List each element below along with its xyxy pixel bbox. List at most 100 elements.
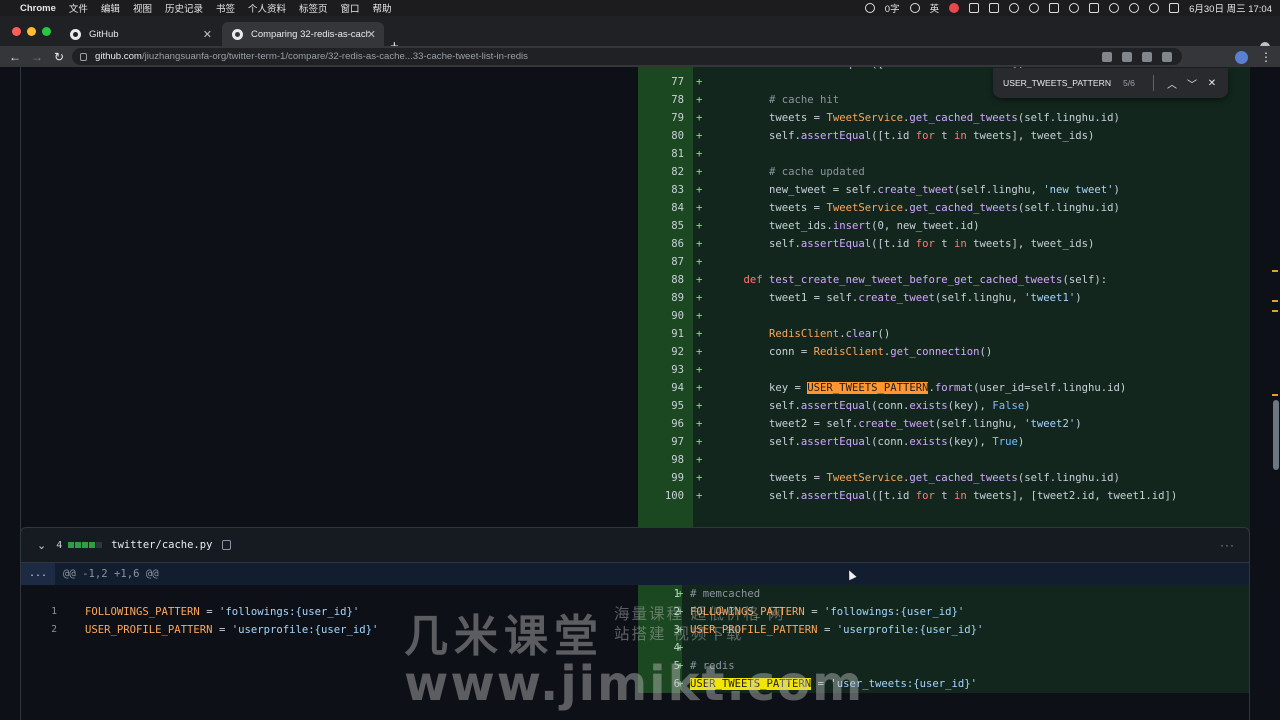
diff-line[interactable]: 79 + tweets = TweetService.get_cached_twe… [638, 109, 1250, 127]
menu-app-name[interactable]: Chrome [20, 3, 56, 14]
diff-line-right[interactable]: 3 + USER_PROFILE_PATTERN = 'userprofile:{u… [638, 621, 1249, 639]
line-number[interactable]: 86 [638, 235, 686, 253]
file-options-icon[interactable]: ··· [1220, 538, 1235, 552]
diff-line[interactable]: 81 + [638, 145, 1250, 163]
collapse-chevron-icon[interactable]: ⌄ [37, 539, 46, 552]
bluetooth-icon[interactable] [1069, 3, 1080, 13]
menu-view[interactable]: 视图 [133, 1, 152, 15]
diff-line[interactable]: 82 + # cache updated [638, 163, 1250, 181]
diff-line-right[interactable]: 4 + [638, 639, 1249, 657]
diff-line-left[interactable]: 1 FOLLOWINGS_PATTERN = 'followings:{user_… [31, 603, 631, 621]
diff-line[interactable]: 99 + tweets = TweetService.get_cached_twe… [638, 469, 1250, 487]
diff-line[interactable]: 98 + [638, 451, 1250, 469]
line-number[interactable]: 2 [638, 603, 682, 621]
sync-icon[interactable] [1009, 3, 1020, 13]
diff-line[interactable]: 93 + [638, 361, 1250, 379]
diff-line[interactable]: 80 + self.assertEqual([t.id for t in twee… [638, 127, 1250, 145]
line-number[interactable]: 93 [638, 361, 686, 379]
diff-line[interactable]: 96 + tweet2 = self.create_tweet(self.ling… [638, 415, 1250, 433]
line-number[interactable]: 84 [638, 199, 686, 217]
lock-icon[interactable] [80, 52, 87, 61]
expand-hunk-button[interactable]: ... [21, 563, 55, 585]
page-info-icon[interactable] [1102, 51, 1112, 62]
spotlight-icon[interactable] [1149, 3, 1160, 13]
find-previous-button[interactable]: ︿ [1162, 76, 1182, 91]
address-bar[interactable]: github.com /jiuzhangsuanfa-org/twitter-t… [72, 48, 1182, 65]
menu-bookmarks[interactable]: 书签 [216, 1, 235, 15]
find-input[interactable]: USER_TWEETS_PATTERN [1003, 78, 1123, 88]
menu-history[interactable]: 历史记录 [165, 1, 203, 15]
chrome-menu-icon[interactable]: ⋮ [1260, 50, 1272, 64]
line-number[interactable]: 81 [638, 145, 686, 163]
keyboard-icon[interactable] [989, 3, 1000, 13]
line-number[interactable]: 85 [638, 217, 686, 235]
tab-github[interactable]: GitHub ✕ [60, 22, 220, 46]
line-number[interactable]: 99 [638, 469, 686, 487]
line-number[interactable]: 6 [638, 675, 682, 693]
diff-line[interactable]: 97 + self.assertEqual(conn.exists(key), T… [638, 433, 1250, 451]
window-close-button[interactable] [12, 27, 21, 36]
line-number[interactable]: 88 [638, 271, 686, 289]
line-number[interactable]: 98 [638, 451, 686, 469]
copy-path-icon[interactable] [222, 540, 232, 550]
diff-line[interactable]: 94 + key = USER_TWEETS_PATTERN.format(use… [638, 379, 1250, 397]
window-zoom-button[interactable] [42, 27, 51, 36]
line-number[interactable]: 82 [638, 163, 686, 181]
bookmark-star-icon[interactable] [1162, 51, 1172, 62]
find-next-button[interactable]: ﹀ [1182, 76, 1202, 91]
line-number[interactable]: 1 [638, 585, 682, 603]
translate-icon[interactable] [1122, 51, 1132, 62]
menu-window[interactable]: 窗口 [341, 1, 360, 15]
diff-line[interactable]: 89 + tweet1 = self.create_tweet(self.ling… [638, 289, 1250, 307]
line-number[interactable]: 96 [638, 415, 686, 433]
menu-edit[interactable]: 编辑 [101, 1, 120, 15]
battery-icon[interactable] [1089, 3, 1100, 13]
mic-icon[interactable] [909, 3, 920, 13]
line-number[interactable]: 89 [638, 289, 686, 307]
diff-line[interactable]: 95 + self.assertEqual(conn.exists(key), F… [638, 397, 1250, 415]
record-icon[interactable] [864, 3, 875, 13]
line-number[interactable]: 5 [638, 657, 682, 675]
line-number[interactable]: 100 [638, 487, 686, 505]
diff-line[interactable]: 87 + [638, 253, 1250, 271]
diff-line[interactable]: 88 + def test_create_new_tweet_before_get… [638, 271, 1250, 289]
menubar-clock[interactable]: 6月30日 周三 17:04 [1189, 1, 1272, 15]
diff-line-left[interactable]: 2 USER_PROFILE_PATTERN = 'userprofile:{us… [31, 621, 631, 639]
line-number[interactable]: 83 [638, 181, 686, 199]
diff-line[interactable]: 86 + self.assertEqual([t.id for t in twee… [638, 235, 1250, 253]
diff-line[interactable]: 92 + conn = RedisClient.get_connection() [638, 343, 1250, 361]
window-minimize-button[interactable] [27, 27, 36, 36]
diff-line[interactable]: 84 + tweets = TweetService.get_cached_twe… [638, 199, 1250, 217]
close-tab-icon[interactable]: ✕ [203, 28, 212, 41]
ime-language[interactable]: 英 [930, 1, 940, 15]
zoom-icon[interactable] [1142, 51, 1152, 62]
find-close-button[interactable]: ✕ [1202, 78, 1222, 89]
menu-file[interactable]: 文件 [69, 1, 88, 15]
notification-icon[interactable] [949, 3, 960, 13]
line-number[interactable]: 4 [638, 639, 682, 657]
line-number[interactable]: 78 [638, 91, 686, 109]
app-icon[interactable] [1049, 3, 1060, 13]
profile-avatar[interactable] [1235, 50, 1248, 64]
file-name-link[interactable]: twitter/cache.py [111, 539, 212, 551]
tab-compare[interactable]: Comparing 32-redis-as-cache ✕ [222, 22, 384, 46]
line-number[interactable]: 95 [638, 397, 686, 415]
back-button[interactable]: ← [4, 50, 26, 64]
diff-line-right[interactable]: 1 + # memcached [638, 585, 1249, 603]
diff-line[interactable]: 85 + tweet_ids.insert(0, new_tweet.id) [638, 217, 1250, 235]
line-number[interactable]: 2 [31, 621, 57, 639]
reload-button[interactable]: ↻ [48, 50, 70, 64]
line-number[interactable]: 1 [31, 603, 57, 621]
diff-line[interactable]: 91 + RedisClient.clear() [638, 325, 1250, 343]
diff-line-right[interactable]: 2 + FOLLOWINGS_PATTERN = 'followings:{user… [638, 603, 1249, 621]
page-scrollbar-thumb[interactable] [1273, 400, 1279, 470]
diff-line[interactable]: 100 + self.assertEqual([t.id for t in twe… [638, 487, 1250, 505]
menu-tabs[interactable]: 标签页 [299, 1, 328, 15]
diff-line-right[interactable]: 6 + USER_TWEETS_PATTERN = 'user_tweets:{us… [638, 675, 1249, 693]
wifi-icon[interactable] [1109, 3, 1120, 13]
control-center-icon[interactable] [1169, 3, 1180, 13]
line-number[interactable]: 90 [638, 307, 686, 325]
close-tab-icon[interactable]: ✕ [367, 28, 376, 41]
line-number[interactable]: 91 [638, 325, 686, 343]
diff-line-right[interactable]: 5 + # redis [638, 657, 1249, 675]
